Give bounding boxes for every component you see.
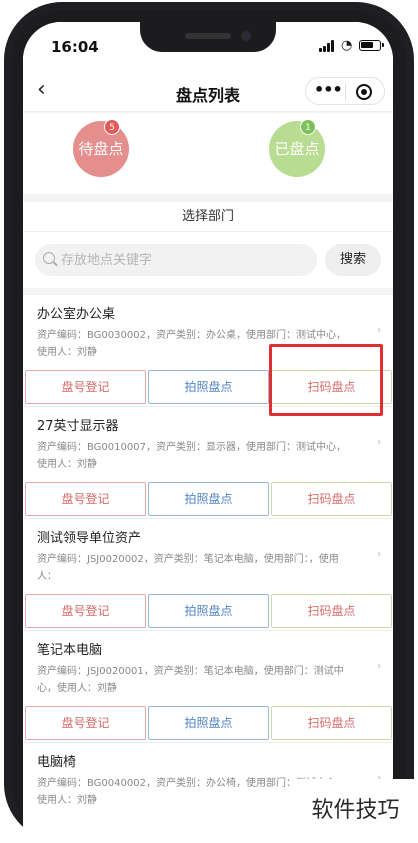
battery-icon: [359, 40, 384, 51]
done-count-button[interactable]: 已盘点 1: [269, 119, 325, 177]
search-icon: [43, 252, 55, 264]
chevron-right-icon: ›: [377, 659, 382, 672]
register-button[interactable]: 盘号登记: [25, 594, 146, 628]
close-miniprogram-icon[interactable]: [356, 84, 372, 100]
app-screen: 16:04 ◔ ‹ 盘点列表 ••• 待盘点 5 已盘点 1 选择部门 搜索: [23, 22, 393, 842]
asset-detail: 资产编码：JSJ0020002，资产类别：笔记本电脑，使用部门：，使用 人：: [37, 554, 339, 582]
asset-detail: 资产编码：BG0010007，资产类别：显示器，使用部门：测试中心， 使用人：刘静: [37, 442, 346, 470]
asset-actions: 盘号登记 拍照盘点 扫码盘点: [25, 370, 392, 404]
scan-inventory-button[interactable]: 扫码盘点: [271, 482, 392, 516]
asset-detail: 资产编码：BG0030002，资产类别：办公桌，使用部门：测试中心， 使用人：刘静: [37, 330, 346, 358]
asset-name: 办公室办公桌: [37, 307, 116, 322]
search-bar: 搜索: [23, 232, 393, 288]
search-input[interactable]: [61, 244, 311, 276]
chevron-right-icon: ›: [377, 547, 382, 560]
notch: [140, 22, 276, 52]
asset-detail: 资产编码：JSJ0020001，资产类别：笔记本电脑，使用部门：测试中 心，使用人…: [37, 666, 344, 694]
chevron-right-icon: ›: [377, 323, 382, 336]
pending-badge: 5: [104, 119, 120, 135]
photo-inventory-button[interactable]: 拍照盘点: [148, 594, 269, 628]
navigation-bar: ‹ 盘点列表 •••: [23, 70, 393, 112]
scan-inventory-button[interactable]: 扫码盘点: [271, 594, 392, 628]
asset-item[interactable]: 测试领导单位资产 资产编码：JSJ0020002，资产类别：笔记本电脑，使用部门…: [23, 518, 393, 630]
front-camera: [241, 31, 251, 41]
asset-name: 电脑椅: [37, 755, 77, 770]
status-time: 16:04: [51, 38, 99, 56]
watermark: 软件技巧: [293, 779, 418, 843]
search-button[interactable]: 搜索: [325, 244, 381, 276]
asset-item[interactable]: 27英寸显示器 资产编码：BG0010007，资产类别：显示器，使用部门：测试中…: [23, 406, 393, 518]
asset-item[interactable]: 办公室办公桌 资产编码：BG0030002，资产类别：办公桌，使用部门：测试中心…: [23, 294, 393, 406]
asset-actions: 盘号登记 拍照盘点 扫码盘点: [25, 482, 392, 516]
capsule-divider: [345, 84, 346, 100]
register-button[interactable]: 盘号登记: [25, 482, 146, 516]
scan-inventory-button[interactable]: 扫码盘点: [271, 706, 392, 740]
wifi-icon: ◔: [341, 38, 353, 53]
more-icon[interactable]: •••: [314, 80, 343, 99]
asset-actions: 盘号登记 拍照盘点 扫码盘点: [25, 706, 392, 740]
pending-count-button[interactable]: 待盘点 5: [73, 119, 129, 177]
asset-name: 27英寸显示器: [37, 419, 119, 434]
chevron-right-icon: ›: [377, 435, 382, 448]
register-button[interactable]: 盘号登记: [25, 370, 146, 404]
miniprogram-capsule: •••: [305, 77, 385, 105]
department-selector[interactable]: 选择部门: [23, 202, 393, 232]
search-field: [35, 244, 317, 276]
asset-name: 笔记本电脑: [37, 643, 103, 658]
asset-actions: 盘号登记 拍照盘点 扫码盘点: [25, 594, 392, 628]
photo-inventory-button[interactable]: 拍照盘点: [148, 370, 269, 404]
done-label: 已盘点: [274, 140, 320, 158]
speaker: [185, 33, 231, 39]
register-button[interactable]: 盘号登记: [25, 706, 146, 740]
pending-label: 待盘点: [78, 140, 124, 158]
asset-item[interactable]: 笔记本电脑 资产编码：JSJ0020001，资产类别：笔记本电脑，使用部门：测试…: [23, 630, 393, 742]
asset-list: 办公室办公桌 资产编码：BG0030002，资产类别：办公桌，使用部门：测试中心…: [23, 294, 393, 842]
inventory-summary: 待盘点 5 已盘点 1: [23, 113, 393, 194]
photo-inventory-button[interactable]: 拍照盘点: [148, 482, 269, 516]
done-badge: 1: [300, 119, 316, 135]
photo-inventory-button[interactable]: 拍照盘点: [148, 706, 269, 740]
signal-icon: [319, 40, 337, 52]
scan-inventory-button[interactable]: 扫码盘点: [271, 370, 392, 404]
asset-name: 测试领导单位资产: [37, 531, 142, 546]
